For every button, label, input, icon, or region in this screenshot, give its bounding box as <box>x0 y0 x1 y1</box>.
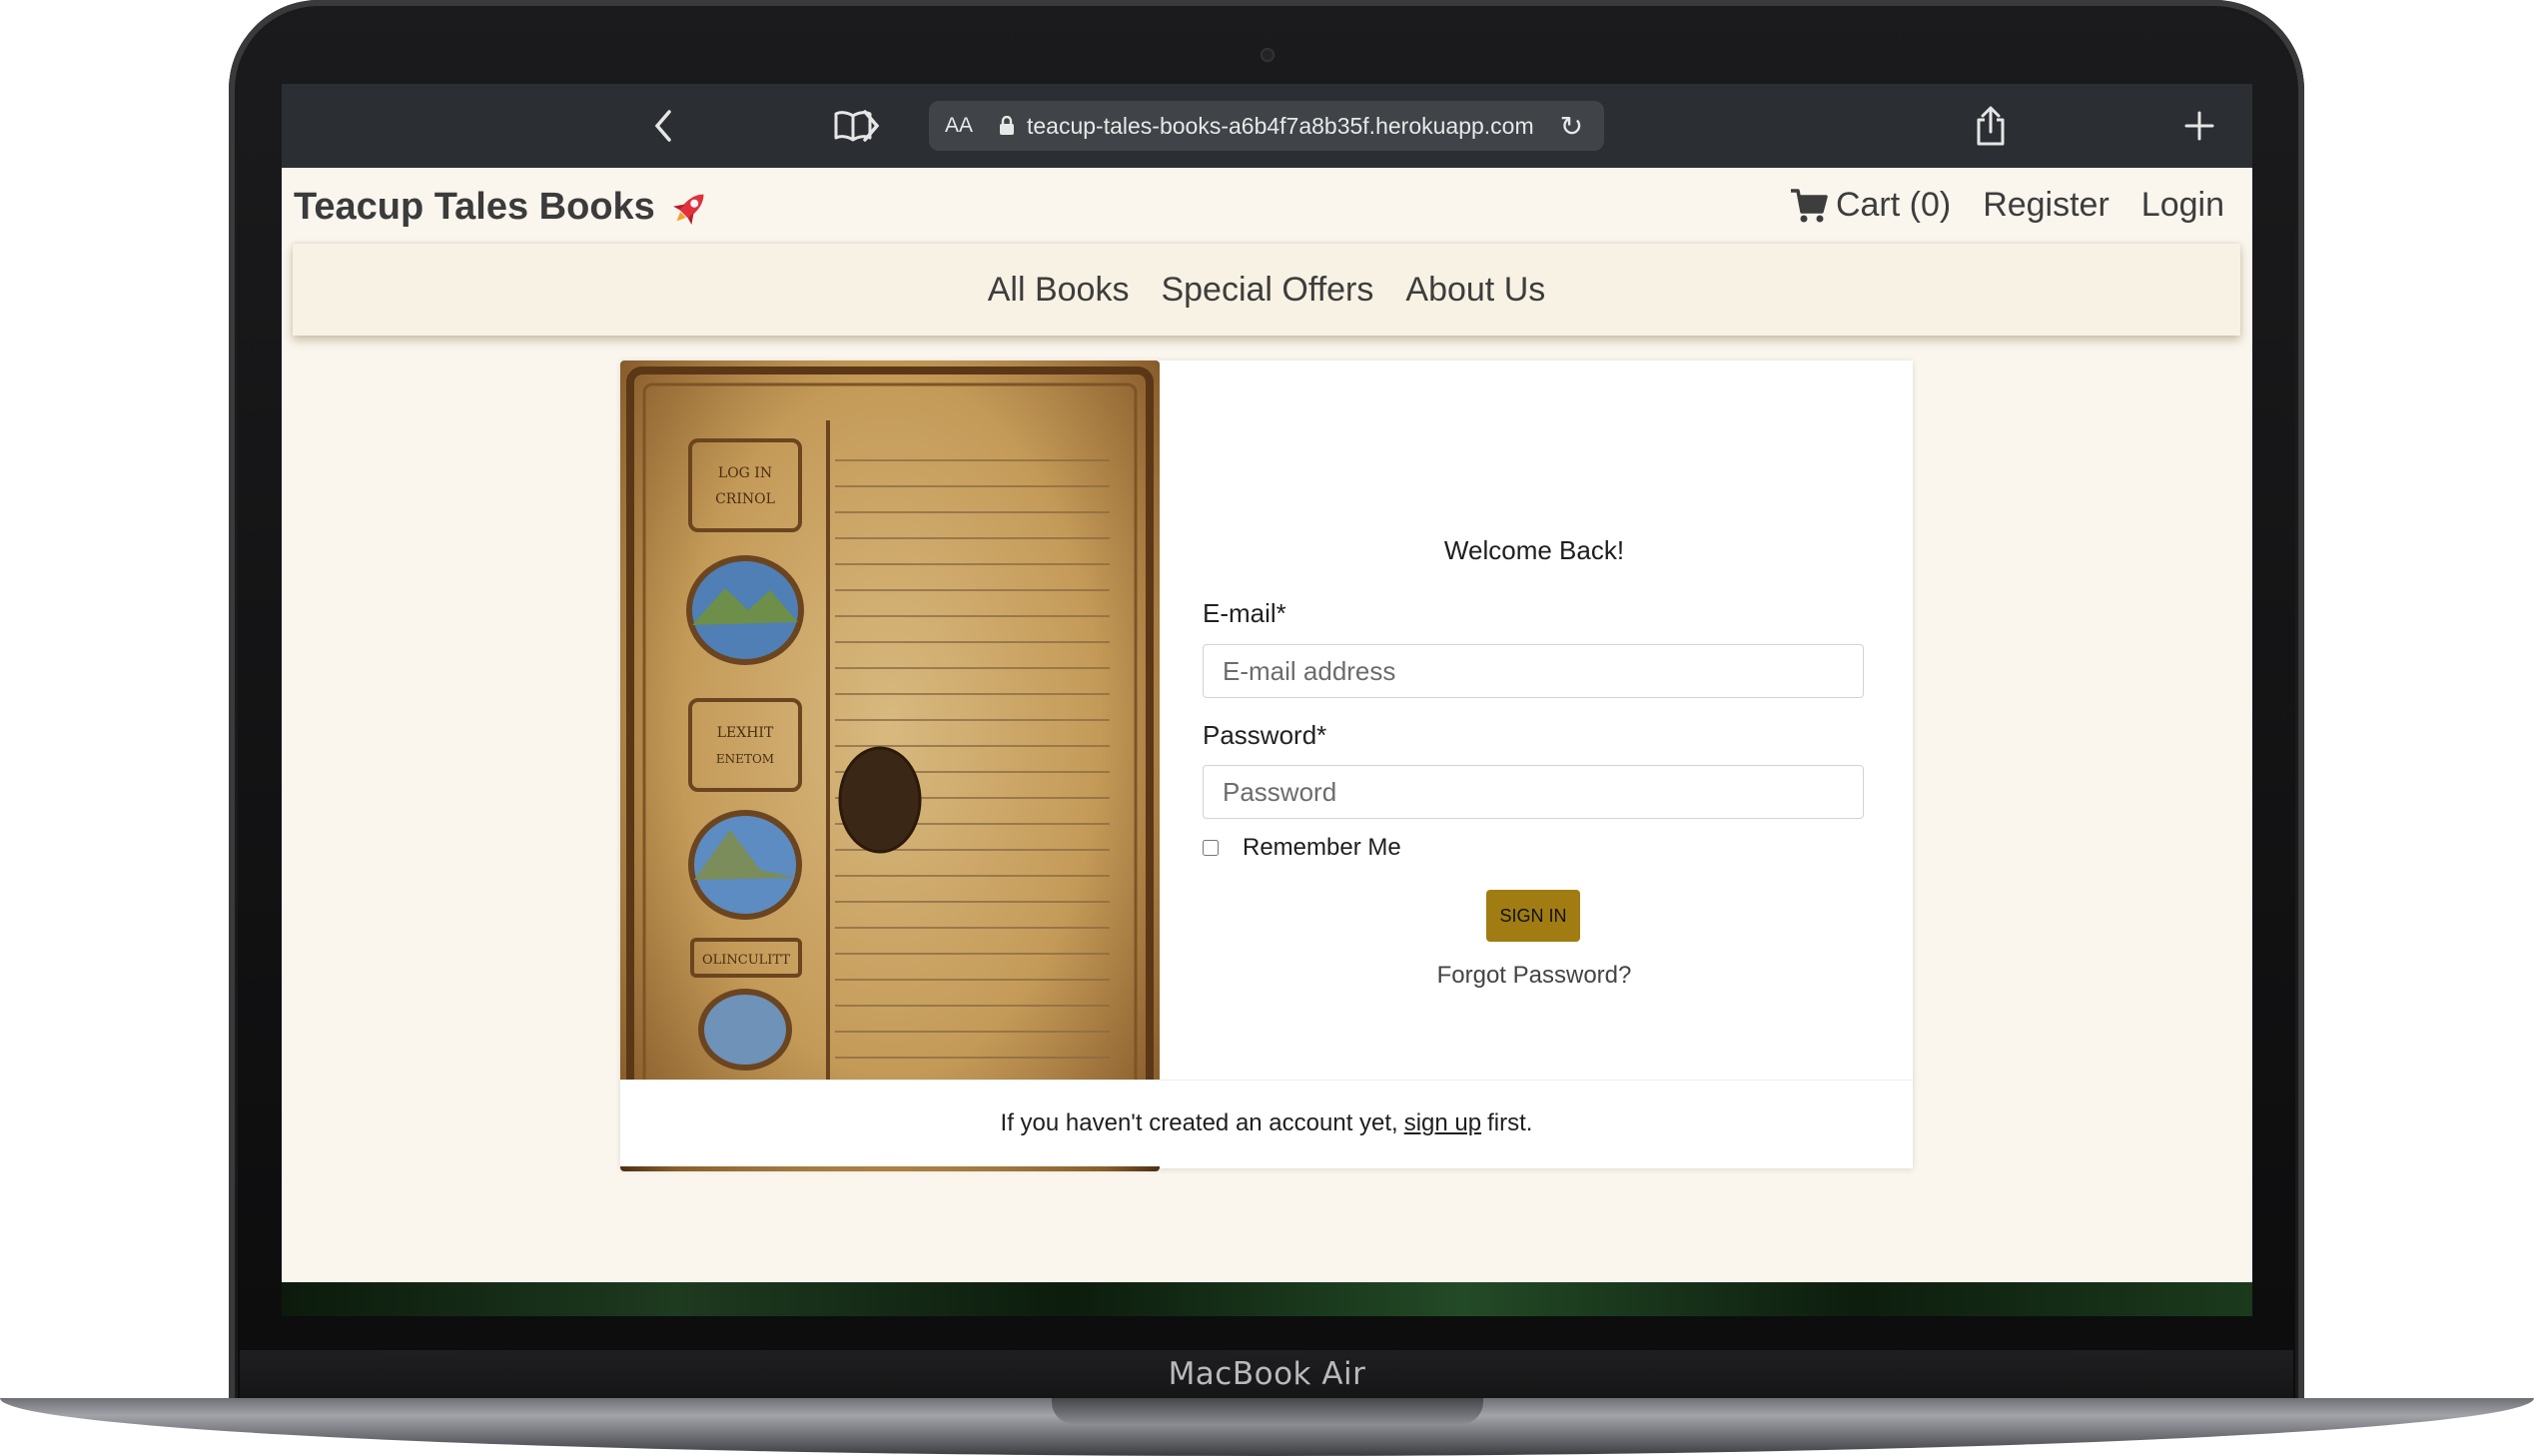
image-text-3: LEXHIT <box>717 725 774 741</box>
sign-in-button[interactable]: SIGN IN <box>1486 890 1580 942</box>
welcome-heading: Welcome Back! <box>1443 535 1625 565</box>
brand-logo[interactable]: Teacup Tales Books <box>294 186 711 229</box>
book-icon <box>834 111 872 142</box>
remember-me-checkbox[interactable] <box>1203 840 1219 856</box>
password-field[interactable] <box>1203 765 1864 819</box>
nav-all-books[interactable]: All Books <box>988 271 1130 310</box>
register-link[interactable]: Register <box>1983 186 2110 225</box>
webcam <box>1261 48 1274 62</box>
address-bar[interactable]: AA teacup-tales-books-a6b4f7a8b35f.herok… <box>929 101 1604 151</box>
text-size-button[interactable]: AA <box>945 114 985 138</box>
share-button[interactable] <box>1967 102 2015 150</box>
screen: AA teacup-tales-books-a6b4f7a8b35f.herok… <box>282 84 2252 1316</box>
chevron-left-icon <box>654 110 671 142</box>
nav-special-offers[interactable]: Special Offers <box>1161 271 1373 310</box>
lock-icon <box>1000 116 1014 135</box>
reload-icon[interactable]: ↻ <box>1560 110 1583 143</box>
nav-about-us[interactable]: About Us <box>1405 271 1545 310</box>
brand-name: Teacup Tales Books <box>294 186 655 228</box>
new-tab-button[interactable] <box>2175 102 2223 150</box>
back-button[interactable] <box>639 102 687 150</box>
signup-prompt-suffix: first. <box>1487 1109 1533 1136</box>
signup-prompt: If you haven't created an account yet, s… <box>620 1080 1913 1166</box>
image-text-4: ENETOM <box>716 752 774 766</box>
login-link[interactable]: Login <box>2141 186 2224 225</box>
email-field[interactable] <box>1203 644 1864 698</box>
image-text-2: CRINOL <box>715 491 775 507</box>
remember-me: Remember Me <box>1203 834 1401 862</box>
password-label: Password* <box>1203 720 1327 750</box>
bookmarks-button[interactable] <box>799 102 907 150</box>
remember-me-label[interactable]: Remember Me <box>1243 834 1401 862</box>
device-label: MacBook Air <box>1168 1356 1366 1392</box>
rocket-icon <box>672 194 704 225</box>
sign-up-link[interactable]: sign up <box>1404 1109 1481 1137</box>
signup-prompt-text: If you haven't created an account yet, <box>1000 1109 1398 1136</box>
parchment-art: LOG IN CRINOL LEXHIT ENETOM OLINCULITT <box>626 366 1154 1165</box>
share-icon <box>1977 106 2005 146</box>
shopping-cart-icon <box>1790 188 1828 222</box>
forgot-password-link[interactable]: Forgot Password? <box>1203 962 1866 990</box>
site-footer <box>282 1282 2252 1316</box>
category-nav: All Books Special Offers About Us <box>293 244 2240 336</box>
browser-toolbar: AA teacup-tales-books-a6b4f7a8b35f.herok… <box>282 84 2252 168</box>
plus-icon <box>2184 111 2214 141</box>
laptop-notch <box>1052 1398 1483 1424</box>
image-text-1: LOG IN <box>718 465 772 481</box>
login-card: LOG IN CRINOL LEXHIT ENETOM OLINCULITT W… <box>620 361 1913 1171</box>
url-text: teacup-tales-books-a6b4f7a8b35f.herokuap… <box>1027 112 1534 139</box>
cart-link[interactable]: Cart (0) <box>1790 186 1951 225</box>
site-header: Teacup Tales Books Cart (0) Register Log… <box>282 168 2252 248</box>
account-nav: Cart (0) Register Login <box>1758 186 2224 225</box>
image-text-5: OLINCULITT <box>702 953 790 968</box>
email-label: E-mail* <box>1203 598 1286 628</box>
cart-label: Cart (0) <box>1835 186 1952 224</box>
parchment-illustration: LOG IN CRINOL LEXHIT ENETOM OLINCULITT <box>620 361 1160 1171</box>
